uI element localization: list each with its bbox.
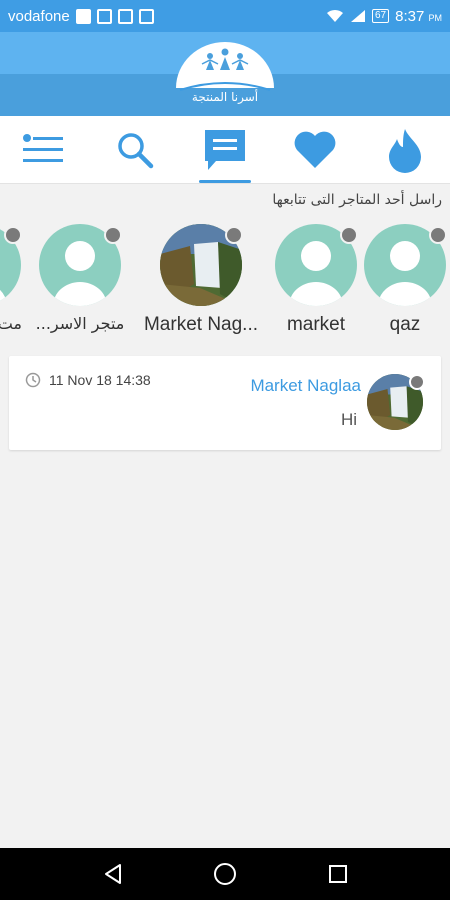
back-button[interactable]: [83, 848, 143, 900]
status-dot: [104, 226, 122, 244]
translate-icon: [117, 8, 133, 24]
home-button[interactable]: [195, 848, 255, 900]
tab-chat[interactable]: [190, 116, 260, 184]
store-item[interactable]: market: [274, 224, 358, 336]
message-time: 11 Nov 18 14:38: [25, 372, 151, 388]
store-name: متجر الاسر...: [35, 314, 125, 333]
clock-icon: [25, 372, 41, 388]
heart-icon: [294, 131, 336, 168]
logo-text: أسرنا المنتجة: [191, 90, 259, 104]
status-bar: vodafone 67 8:37 PM: [0, 0, 450, 32]
store-name: Market Nag...: [143, 314, 259, 335]
message-timestamp: 11 Nov 18 14:38: [49, 372, 151, 388]
clock: 8:37 PM: [395, 8, 442, 25]
conversation-sender: Market Naglaa: [250, 376, 361, 395]
app-logo[interactable]: أسرنا المنتجة: [172, 38, 278, 112]
logo-arc-icon: [176, 42, 274, 91]
wifi-icon: [327, 9, 343, 22]
tab-trending[interactable]: [370, 116, 440, 184]
status-dot: [429, 226, 447, 244]
conversation-avatar: [367, 374, 425, 430]
followed-stores-title: راسل أحد المتاجر التى تتابعها: [272, 192, 442, 208]
tab-bar: [0, 116, 450, 184]
conversation-item[interactable]: 11 Nov 18 14:38 Market Naglaa Hi: [9, 356, 441, 450]
search-icon: [118, 133, 154, 169]
battery-icon: 67: [372, 9, 390, 23]
recents-button[interactable]: [308, 848, 368, 900]
back-icon: [105, 864, 121, 884]
status-dot: [340, 226, 358, 244]
store-item[interactable]: مت: [0, 224, 22, 333]
store-item[interactable]: Market Nag...: [136, 224, 266, 336]
status-dot: [409, 374, 425, 390]
system-nav-bar: [0, 848, 450, 900]
notification-icon: [75, 8, 91, 24]
followed-stores-list: qaz market Market Nag... متجر الاسر... م…: [0, 220, 450, 340]
image-icon: [96, 8, 112, 24]
store-item[interactable]: متجر الاسر...: [30, 224, 130, 333]
signal-icon: [351, 10, 365, 22]
home-icon: [214, 863, 236, 885]
flame-icon: [389, 129, 421, 173]
recents-icon: [329, 865, 347, 883]
conversation-preview: Hi: [340, 410, 357, 429]
menu-icon: [23, 134, 63, 162]
store-item[interactable]: qaz: [363, 224, 447, 336]
store-name: market: [286, 314, 346, 335]
tab-search[interactable]: [100, 116, 170, 184]
store-name: مت: [0, 314, 22, 333]
status-dot: [4, 226, 22, 244]
clock-time: 8:37: [395, 7, 425, 25]
status-dot: [225, 226, 243, 244]
tab-menu[interactable]: [8, 116, 78, 184]
carrier-label: vodafone: [8, 7, 70, 25]
store-name: qaz: [389, 314, 421, 335]
app-header: أسرنا المنتجة: [0, 32, 450, 116]
tab-favorites[interactable]: [280, 116, 350, 184]
clock-suffix: PM: [428, 12, 443, 23]
chat-notification-icon: [138, 8, 154, 24]
active-tab-indicator: [199, 180, 251, 183]
chat-icon: [205, 130, 245, 170]
